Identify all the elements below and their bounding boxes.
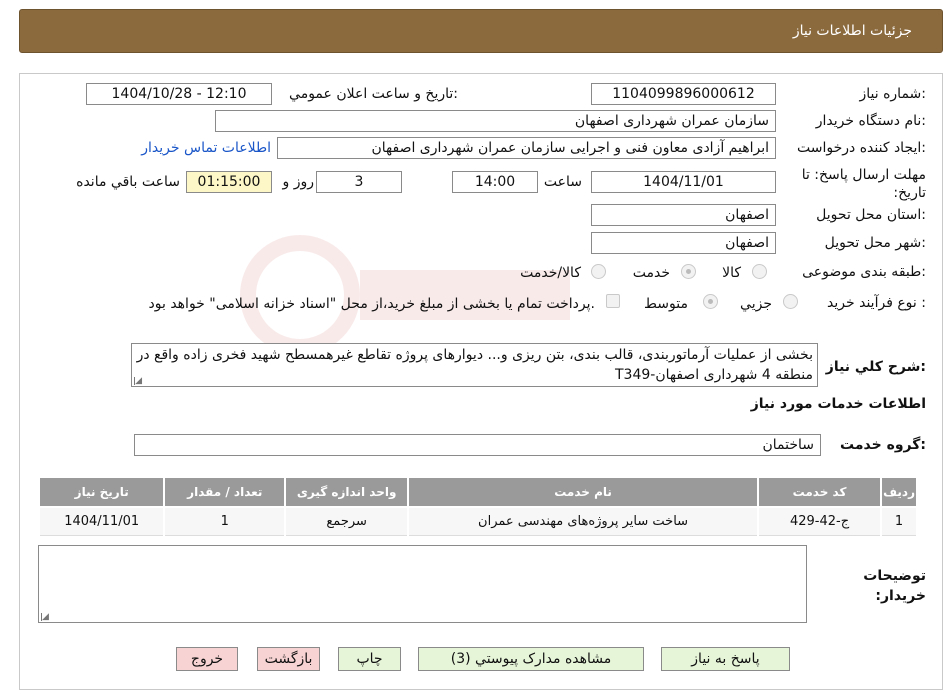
category-goods-service-label: كالا/خدمت bbox=[520, 265, 581, 281]
cell-unit: سرجمع bbox=[284, 506, 410, 536]
resize-handle-icon[interactable]: ◢ bbox=[134, 377, 142, 386]
buyer-org-field: سازمان عمران شهرداری اصفهان bbox=[215, 110, 776, 132]
print-button[interactable]: چاپ bbox=[338, 647, 401, 671]
process-minor-label: جزيي bbox=[740, 296, 772, 312]
process-medium-radio[interactable] bbox=[703, 294, 718, 309]
col-need-date: تاريخ نياز bbox=[37, 476, 166, 508]
cell-service-name: ساخت سایر پروژه‌های مهندسی عمران bbox=[407, 506, 759, 536]
table-header-row: رديف كد خدمت نام خدمت واحد اندازه گيری ت… bbox=[37, 476, 918, 508]
buyer-notes-label: توضيحات خريدار: bbox=[863, 568, 926, 604]
province-label: استان محل تحويل: bbox=[816, 207, 926, 223]
col-unit: واحد اندازه گيری bbox=[284, 476, 410, 508]
cell-quantity: 1 bbox=[163, 506, 287, 536]
remaining-time-label: ساعت باقي مانده bbox=[76, 174, 180, 190]
description-label: شرح كلي نياز: bbox=[825, 359, 926, 375]
page-header: جزئیات اطلاعات نیاز bbox=[19, 9, 943, 53]
service-group-field: ساختمان bbox=[134, 434, 821, 456]
cell-need-date: 1404/11/01 bbox=[37, 506, 166, 536]
requester-field: ابراهیم آزادی معاون فنی و اجرایی سازمان … bbox=[277, 137, 776, 159]
deadline-time-label: ساعت bbox=[543, 174, 582, 190]
services-section-title: اطلاعات خدمات مورد نياز bbox=[750, 396, 926, 412]
col-service-code: كد خدمت bbox=[756, 476, 883, 508]
need-number-label: شماره نیاز: bbox=[859, 86, 926, 102]
treasury-checkbox[interactable] bbox=[606, 294, 620, 308]
table-row: 1 ج-42-429 ساخت سایر پروژه‌های مهندسی عم… bbox=[37, 506, 918, 536]
exit-button[interactable]: خروج bbox=[176, 647, 238, 671]
category-service-radio[interactable] bbox=[681, 264, 696, 279]
resize-handle-icon[interactable]: ◢ bbox=[41, 613, 49, 622]
buyer-contact-link[interactable]: اطلاعات تماس خريدار bbox=[141, 140, 271, 156]
buyer-notes-field[interactable]: ◢ bbox=[38, 545, 807, 623]
category-goods-label: كالا bbox=[722, 265, 741, 281]
category-service-label: خدمت bbox=[632, 265, 670, 281]
days-label: روز و bbox=[282, 174, 315, 190]
city-field: اصفهان bbox=[591, 232, 776, 254]
deadline-time-field: 14:00 bbox=[452, 171, 538, 193]
category-goods-radio[interactable] bbox=[752, 264, 767, 279]
reply-button[interactable]: پاسخ به نياز bbox=[661, 647, 790, 671]
services-table: رديف كد خدمت نام خدمت واحد اندازه گيری ت… bbox=[37, 476, 918, 536]
back-button[interactable]: بازگشت bbox=[257, 647, 320, 671]
requester-label: ايجاد كننده درخواست: bbox=[797, 140, 926, 156]
cell-service-code: ج-42-429 bbox=[756, 506, 883, 536]
payment-note: پرداخت تمام یا بخشی از مبلغ خرید،از محل … bbox=[148, 296, 595, 312]
process-minor-radio[interactable] bbox=[783, 294, 798, 309]
col-row-number: رديف bbox=[880, 476, 918, 508]
category-goods-service-radio[interactable] bbox=[591, 264, 606, 279]
province-field: اصفهان bbox=[591, 204, 776, 226]
process-medium-label: متوسط bbox=[644, 296, 688, 312]
remaining-time-field: 01:15:00 bbox=[186, 171, 272, 193]
col-quantity: تعداد / مقدار bbox=[163, 476, 287, 508]
announce-date-label: تاریخ و ساعت اعلان عمومي: bbox=[289, 86, 458, 102]
need-number-field: 1104099896000612 bbox=[591, 83, 776, 105]
category-label: طبقه بندی موضوعی: bbox=[802, 264, 926, 280]
days-field: 3 bbox=[316, 171, 402, 193]
deadline-date-field: 1404/11/01 bbox=[591, 171, 776, 193]
city-label: شهر محل تحويل: bbox=[824, 235, 926, 251]
description-field: بخشی از عملیات آرماتوربندی، قالب بندی، ب… bbox=[131, 343, 818, 387]
service-group-label: گروه خدمت: bbox=[840, 437, 926, 453]
view-attachments-button[interactable]: مشاهده مدارک پيوستي (3) bbox=[418, 647, 644, 671]
announce-date-field: 1404/10/28 - 12:10 bbox=[86, 83, 272, 105]
page-title: جزئیات اطلاعات نیاز bbox=[792, 23, 912, 39]
buyer-org-label: نام دستگاه خريدار: bbox=[815, 113, 926, 129]
cell-row-number: 1 bbox=[880, 506, 918, 536]
process-label: نوع فرآیند خرید : bbox=[827, 295, 926, 311]
col-service-name: نام خدمت bbox=[407, 476, 759, 508]
deadline-label: مهلت ارسال پاسخ: تا تاريخ: bbox=[801, 167, 926, 201]
description-text: بخشی از عملیات آرماتوربندی، قالب بندی، ب… bbox=[136, 347, 813, 383]
